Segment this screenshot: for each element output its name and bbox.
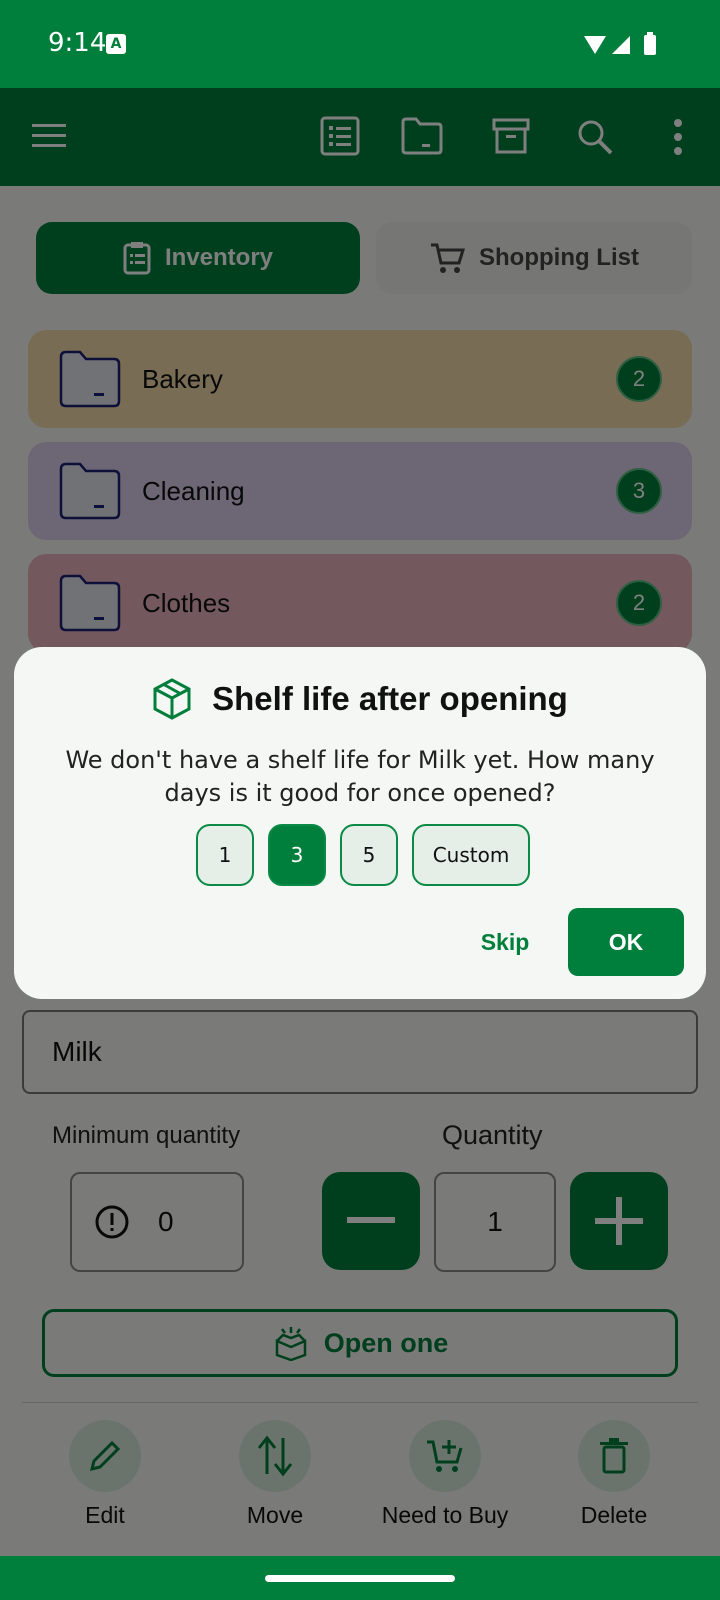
option-chip-custom[interactable]: Custom xyxy=(412,824,530,886)
wifi-icon xyxy=(584,36,606,54)
dialog-message: We don't have a shelf life for Milk yet.… xyxy=(65,746,655,807)
dialog-title: Shelf life after opening xyxy=(0,678,720,720)
option-chip-1[interactable]: 1 xyxy=(196,824,254,886)
option-chip-5[interactable]: 5 xyxy=(340,824,398,886)
status-icons xyxy=(584,32,656,55)
status-time: 9:14 xyxy=(48,28,107,58)
signal-icon xyxy=(612,36,630,54)
skip-button[interactable]: Skip xyxy=(460,912,550,972)
battery-icon xyxy=(644,35,656,55)
option-chip-3[interactable]: 3 xyxy=(268,824,326,886)
dialog-title-text: Shelf life after opening xyxy=(212,680,568,717)
package-icon xyxy=(153,678,191,720)
ok-button[interactable]: OK xyxy=(568,908,684,976)
home-gesture-handle[interactable] xyxy=(265,1575,455,1582)
notification-icon: A xyxy=(106,34,126,54)
